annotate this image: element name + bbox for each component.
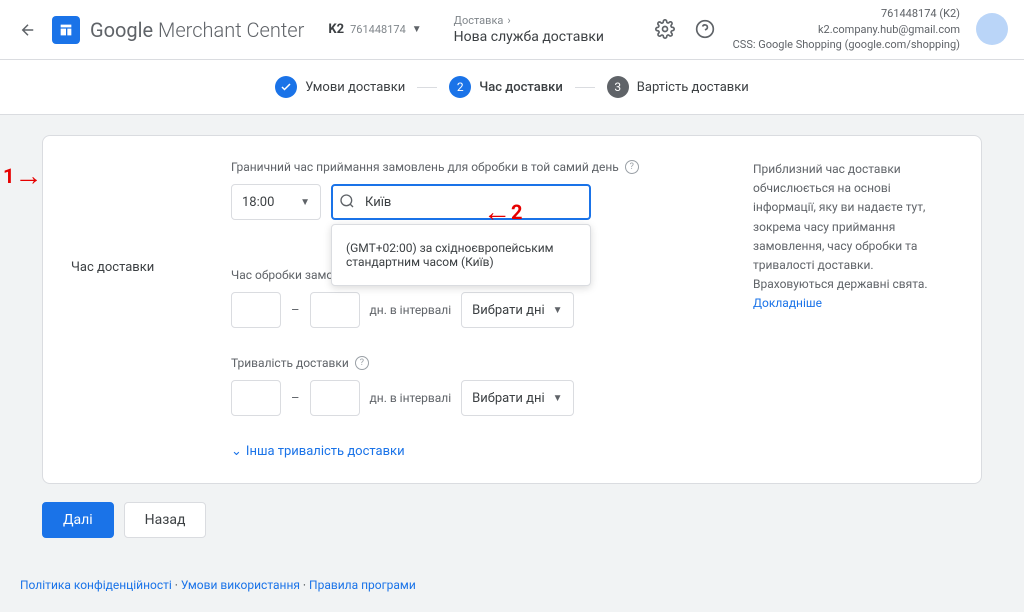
footer-privacy-link[interactable]: Політика конфіденційності [20, 578, 172, 592]
handling-min-input[interactable] [231, 292, 281, 328]
step-3-label: Вартість доставки [637, 80, 749, 95]
annotation-1: 1 → [3, 162, 42, 190]
transit-days-value: Вибрати дні [472, 391, 544, 406]
step-2-badge: 2 [449, 76, 471, 98]
transit-label: Тривалість доставки ? [231, 356, 713, 370]
footer-terms-link[interactable]: Умови використання [181, 578, 300, 592]
transit-unit: дн. в інтервалі [370, 391, 452, 405]
footer-rules-link[interactable]: Правила програми [309, 578, 416, 592]
cutoff-label: Граничний час приймання замовлень для об… [231, 160, 713, 174]
account-selector[interactable]: K2 761448174 ▼ [328, 22, 421, 37]
search-icon [339, 193, 355, 209]
step-1-label: Умови доставки [305, 80, 405, 95]
transit-min-input[interactable] [231, 380, 281, 416]
back-button[interactable]: Назад [124, 502, 207, 538]
breadcrumb: Доставка › Нова служба доставки [454, 14, 604, 45]
next-button[interactable]: Далі [42, 502, 114, 538]
transit-label-text: Тривалість доставки [231, 356, 349, 370]
back-arrow-icon[interactable] [16, 18, 40, 42]
side-help-text: Приблизний час доставки обчислюється на … [753, 160, 953, 459]
caret-down-icon: ▼ [300, 197, 310, 208]
range-dash: – [291, 391, 300, 406]
avatar[interactable] [976, 13, 1008, 45]
transit-days-select[interactable]: Вибрати дні ▼ [461, 380, 573, 416]
transit-max-input[interactable] [310, 380, 360, 416]
handling-days-select[interactable]: Вибрати дні ▼ [461, 292, 573, 328]
step-3-badge: 3 [607, 76, 629, 98]
account-id: 761448174 [350, 23, 406, 36]
logo-strong: Google [90, 18, 153, 42]
check-icon [275, 76, 297, 98]
step-divider [575, 87, 595, 88]
step-2[interactable]: 2 Час доставки [449, 76, 563, 98]
help-tooltip-icon[interactable]: ? [625, 160, 639, 174]
handling-days-value: Вибрати дні [472, 303, 544, 318]
timezone-dropdown: (GMT+02:00) за східноєвропейським станда… [331, 224, 591, 286]
arrow-left-icon: ← [483, 198, 511, 226]
help-tooltip-icon[interactable]: ? [355, 356, 369, 370]
logo-rest: Merchant Center [153, 18, 304, 42]
stepper: Умови доставки 2 Час доставки 3 Вартість… [0, 60, 1024, 115]
arrow-right-icon: → [14, 162, 42, 190]
step-3[interactable]: 3 Вартість доставки [607, 76, 749, 98]
step-2-label: Час доставки [479, 80, 563, 95]
page-title: Нова служба доставки [454, 29, 604, 45]
app-title: Google Merchant Center [90, 18, 304, 42]
app-header: Google Merchant Center K2 761448174 ▼ До… [0, 0, 1024, 60]
handling-unit: дн. в інтервалі [370, 303, 452, 317]
help-icon[interactable] [693, 17, 717, 41]
timezone-option[interactable]: (GMT+02:00) за східноєвропейським станда… [332, 231, 590, 279]
form-card: 1 → ← 2 Час доставки Граничний час прийм… [42, 135, 982, 484]
chevron-down-icon: ⌄ [231, 444, 242, 459]
caret-down-icon: ▼ [553, 393, 563, 404]
range-dash: – [291, 303, 300, 318]
caret-down-icon: ▼ [412, 24, 422, 35]
cutoff-time-value: 18:00 [242, 195, 274, 210]
settings-icon[interactable] [653, 17, 677, 41]
step-1[interactable]: Умови доставки [275, 76, 405, 98]
caret-down-icon: ▼ [553, 305, 563, 316]
more-transit-link[interactable]: ⌄ Інша тривалість доставки [231, 444, 713, 459]
timezone-search-input[interactable] [331, 184, 591, 220]
chevron-right-icon: › [507, 14, 510, 27]
account-label: K2 [328, 22, 344, 37]
side-help-body: Приблизний час доставки обчислюється на … [753, 162, 928, 291]
account-line-1: 761448174 (K2) [733, 6, 960, 21]
cutoff-time-select[interactable]: 18:00 ▼ [231, 184, 321, 220]
cutoff-label-text: Граничний час приймання замовлень для об… [231, 160, 619, 174]
footer: Політика конфіденційності · Умови викори… [0, 558, 1024, 612]
annotation-1-label: 1 [3, 164, 14, 188]
handling-max-input[interactable] [310, 292, 360, 328]
account-line-3: CSS: Google Shopping (google.com/shoppin… [733, 37, 960, 52]
breadcrumb-parent[interactable]: Доставка [454, 14, 504, 27]
section-title: Час доставки [71, 160, 191, 459]
learn-more-link[interactable]: Докладніше [753, 296, 822, 310]
more-transit-text: Інша тривалість доставки [246, 444, 405, 459]
account-info: 761448174 (K2) k2.company.hub@gmail.com … [733, 6, 960, 52]
step-divider [417, 87, 437, 88]
account-line-2: k2.company.hub@gmail.com [733, 22, 960, 37]
annotation-2: ← 2 [483, 198, 522, 226]
merchant-logo-icon [52, 16, 80, 44]
annotation-2-label: 2 [511, 200, 522, 224]
